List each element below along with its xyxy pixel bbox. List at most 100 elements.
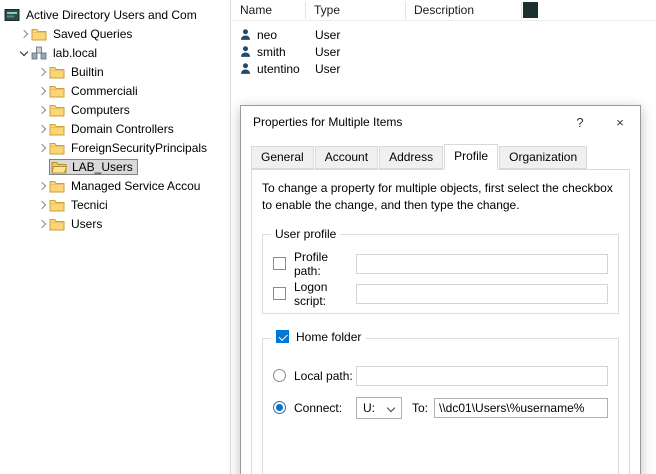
tab-general[interactable]: General	[251, 146, 314, 169]
home-folder-check-row: Home folder	[271, 330, 366, 344]
chevron-right-icon[interactable]	[35, 141, 49, 155]
home-folder-group: Home folder Local path: Connect: U: To:	[262, 338, 619, 474]
chevron-right-icon[interactable]	[35, 198, 49, 212]
tree-item-saved-queries[interactable]: Saved Queries	[0, 24, 230, 43]
to-label: To:	[412, 401, 428, 415]
drive-letter-dropdown[interactable]: U:	[356, 397, 402, 419]
folder-icon	[49, 122, 68, 136]
connect-radio[interactable]	[273, 401, 286, 414]
chevron-right-icon[interactable]	[35, 103, 49, 117]
object-type: User	[306, 28, 406, 42]
tree-item-lab-users[interactable]: LAB_Users	[0, 157, 230, 176]
tree-item-root[interactable]: Active Directory Users and Com	[0, 5, 230, 24]
profile-path-row: Profile path:	[273, 253, 608, 275]
object-type: User	[306, 62, 406, 76]
folder-icon	[31, 27, 50, 41]
dialog-titlebar[interactable]: Properties for Multiple Items ? ×	[241, 106, 640, 138]
folder-icon	[49, 217, 68, 231]
tree-item-label: Active Directory Users and Com	[23, 7, 200, 23]
tree-item-label: LAB_Users	[70, 160, 135, 174]
tree-item-foreign-security-principals[interactable]: ForeignSecurityPrincipals	[0, 138, 230, 157]
folder-open-icon	[51, 160, 70, 174]
list-rows: neo User smith User utentino User	[232, 21, 656, 77]
tree-item-computers[interactable]: Computers	[0, 100, 230, 119]
tree-item-commerciali[interactable]: Commerciali	[0, 81, 230, 100]
profile-path-checkbox[interactable]	[273, 257, 286, 270]
local-path-radio[interactable]	[273, 369, 286, 382]
domain-icon	[31, 46, 50, 60]
folder-icon	[49, 141, 68, 155]
tree-item-label: Domain Controllers	[68, 121, 177, 137]
folder-icon	[49, 84, 68, 98]
tree-item-managed-service-accounts[interactable]: Managed Service Accou	[0, 176, 230, 195]
list-column-header: Name Type Description	[232, 0, 656, 21]
user-profile-group: User profile Profile path: Logon script:	[262, 234, 619, 314]
tree-item-label: Computers	[68, 102, 133, 118]
user-name: neo	[257, 28, 277, 42]
tab-organization[interactable]: Organization	[499, 146, 587, 169]
chevron-right-icon[interactable]	[35, 217, 49, 231]
chevron-down-icon[interactable]	[17, 46, 31, 60]
chevron-spacer	[35, 160, 49, 174]
properties-dialog: Properties for Multiple Items ? × Genera…	[240, 105, 641, 474]
local-path-input[interactable]	[356, 366, 608, 386]
logon-script-label: Logon script:	[286, 280, 356, 308]
tab-profile[interactable]: Profile	[444, 144, 498, 170]
column-header-type[interactable]: Type	[306, 2, 406, 19]
tree-item-tecnici[interactable]: Tecnici	[0, 195, 230, 214]
chevron-right-icon[interactable]	[35, 179, 49, 193]
drive-letter-value: U:	[363, 401, 375, 415]
tree-item-label: Builtin	[68, 64, 107, 80]
connect-row: Connect: U: To:	[273, 397, 608, 419]
tree-item-builtin[interactable]: Builtin	[0, 62, 230, 81]
aduc-root-icon	[4, 8, 23, 22]
tree-item-label: Managed Service Accou	[68, 178, 203, 194]
chevron-right-icon[interactable]	[35, 65, 49, 79]
user-name: utentino	[257, 62, 300, 76]
close-button[interactable]: ×	[600, 107, 640, 138]
profile-path-input[interactable]	[356, 254, 608, 274]
home-folder-checkbox[interactable]	[276, 330, 289, 343]
user-icon	[239, 62, 253, 75]
local-path-label: Local path:	[286, 369, 356, 383]
logon-script-checkbox[interactable]	[273, 287, 286, 300]
logon-script-input[interactable]	[356, 284, 608, 304]
tab-account[interactable]: Account	[315, 146, 378, 169]
column-header-description[interactable]: Description	[406, 2, 522, 19]
profile-path-label: Profile path:	[286, 250, 356, 278]
object-type: User	[306, 45, 406, 59]
tree-item-label: Tecnici	[68, 197, 111, 213]
user-name: smith	[257, 45, 286, 59]
tree-item-label: Commerciali	[68, 83, 141, 99]
tree-item-label: lab.local	[50, 45, 100, 61]
chevron-right-icon[interactable]	[17, 27, 31, 41]
column-header-name[interactable]: Name	[232, 2, 306, 19]
user-icon	[239, 28, 253, 41]
console-tree-panel: Active Directory Users and Com Saved Que…	[0, 0, 231, 474]
chevron-right-icon[interactable]	[35, 122, 49, 136]
tree-item-users[interactable]: Users	[0, 214, 230, 233]
list-row[interactable]: smith User	[232, 43, 656, 60]
connect-label: Connect:	[286, 401, 356, 415]
list-row[interactable]: utentino User	[232, 60, 656, 77]
tree-item-label: Users	[68, 216, 105, 232]
chevron-right-icon[interactable]	[35, 84, 49, 98]
tree-item-label: ForeignSecurityPrincipals	[68, 140, 210, 156]
list-row[interactable]: neo User	[232, 26, 656, 43]
tree-item-lab-local[interactable]: lab.local	[0, 43, 230, 62]
folder-icon	[49, 103, 68, 117]
help-button[interactable]: ?	[560, 107, 600, 138]
folder-icon	[49, 198, 68, 212]
dialog-tab-strip: General Account Address Profile Organiza…	[251, 146, 640, 169]
local-path-row: Local path:	[273, 365, 608, 387]
connect-path-input[interactable]	[434, 398, 608, 418]
folder-icon	[49, 179, 68, 193]
user-profile-group-label: User profile	[271, 227, 340, 241]
user-icon	[239, 45, 253, 58]
selected-tree-item: LAB_Users	[49, 159, 138, 175]
tab-address[interactable]: Address	[379, 146, 443, 169]
logon-script-row: Logon script:	[273, 283, 608, 305]
tree-item-domain-controllers[interactable]: Domain Controllers	[0, 119, 230, 138]
tree-item-label: Saved Queries	[50, 26, 135, 42]
header-dark-icon	[523, 2, 538, 18]
